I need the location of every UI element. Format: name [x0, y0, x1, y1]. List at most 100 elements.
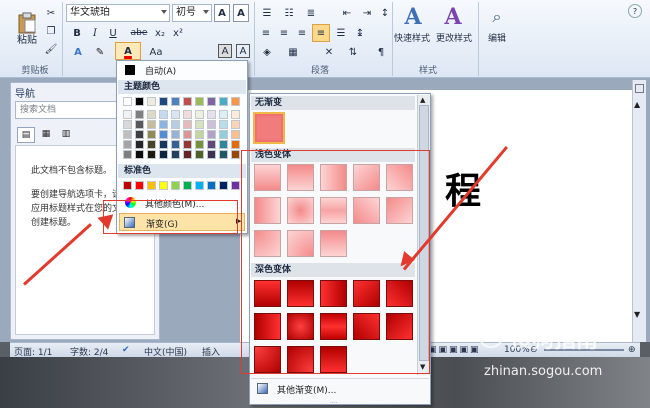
- theme-color-swatch[interactable]: [219, 140, 228, 149]
- standard-color-swatch[interactable]: [207, 181, 216, 190]
- theme-color-swatch[interactable]: [195, 150, 204, 159]
- standard-color-swatch[interactable]: [219, 181, 228, 190]
- theme-color-swatch[interactable]: [207, 130, 216, 139]
- theme-color-swatch[interactable]: [231, 140, 240, 149]
- scroll-down-icon[interactable]: ▼: [634, 310, 640, 319]
- theme-color-swatch[interactable]: [135, 140, 144, 149]
- theme-color-swatch[interactable]: [147, 140, 156, 149]
- decrease-indent-icon[interactable]: ⇤: [338, 6, 356, 20]
- proofing-icon[interactable]: ✔: [122, 345, 130, 355]
- view-buttons[interactable]: ▣▣▣▣▣: [428, 345, 481, 355]
- theme-color-swatch[interactable]: [123, 120, 132, 129]
- theme-color-swatch[interactable]: [159, 150, 168, 159]
- theme-color-swatch[interactable]: [231, 150, 240, 159]
- copy-icon[interactable]: ❐: [44, 24, 58, 38]
- theme-color-swatch[interactable]: [219, 97, 228, 106]
- theme-color-swatch[interactable]: [183, 120, 192, 129]
- bold-button[interactable]: B: [70, 26, 84, 40]
- theme-color-swatch[interactable]: [195, 120, 204, 129]
- theme-color-swatch[interactable]: [135, 130, 144, 139]
- scroll-up-icon[interactable]: ▲: [634, 100, 640, 109]
- help-icon[interactable]: ?: [628, 4, 642, 18]
- justify-icon[interactable]: ≡: [312, 24, 330, 42]
- theme-color-swatch[interactable]: [135, 97, 144, 106]
- theme-color-swatch[interactable]: [183, 97, 192, 106]
- standard-color-swatch[interactable]: [231, 181, 240, 190]
- text-effects-icon[interactable]: A: [70, 44, 86, 60]
- theme-color-swatch[interactable]: [135, 120, 144, 129]
- char-border-button[interactable]: A: [218, 44, 232, 58]
- multilevel-list-icon[interactable]: ≣: [302, 6, 320, 20]
- font-a-button[interactable]: A: [214, 4, 230, 22]
- char-shade-button[interactable]: A: [236, 44, 250, 58]
- align-right-icon[interactable]: ≡: [294, 25, 310, 41]
- chinese-layout-icon[interactable]: ⇅: [344, 44, 362, 60]
- change-case-button[interactable]: Aa: [146, 44, 166, 60]
- editing-button[interactable]: ⌕: [484, 4, 510, 30]
- theme-color-swatch[interactable]: [171, 140, 180, 149]
- standard-color-swatch[interactable]: [159, 181, 168, 190]
- theme-color-swatch[interactable]: [231, 97, 240, 106]
- theme-color-swatch[interactable]: [123, 150, 132, 159]
- nav-tab-pages[interactable]: ▦: [37, 127, 55, 143]
- cut-icon[interactable]: ✂: [44, 6, 58, 20]
- align-center-icon[interactable]: ≡: [276, 25, 292, 41]
- theme-color-swatch[interactable]: [147, 130, 156, 139]
- theme-color-swatch[interactable]: [183, 110, 192, 119]
- auto-color-item[interactable]: 自动(A): [119, 63, 245, 77]
- strikethrough-button[interactable]: abe: [128, 26, 150, 40]
- theme-color-swatch[interactable]: [231, 120, 240, 129]
- sort-icon[interactable]: ↕: [378, 6, 392, 20]
- no-gradient-swatch[interactable]: [253, 112, 285, 144]
- highlight-icon[interactable]: ✎: [92, 44, 108, 60]
- theme-color-swatch[interactable]: [207, 110, 216, 119]
- more-gradients-item[interactable]: 其他渐变(M)...: [251, 378, 429, 396]
- theme-color-swatch[interactable]: [159, 140, 168, 149]
- theme-color-swatch[interactable]: [219, 120, 228, 129]
- subscript-button[interactable]: x₂: [152, 26, 168, 40]
- theme-color-swatch[interactable]: [159, 120, 168, 129]
- theme-color-swatch[interactable]: [171, 130, 180, 139]
- standard-color-swatch[interactable]: [183, 181, 192, 190]
- theme-color-swatch[interactable]: [183, 150, 192, 159]
- theme-color-swatch[interactable]: [231, 110, 240, 119]
- borders-icon[interactable]: ▦: [284, 44, 302, 60]
- theme-color-swatch[interactable]: [123, 97, 132, 106]
- theme-color-swatch[interactable]: [159, 110, 168, 119]
- theme-color-swatch[interactable]: [219, 150, 228, 159]
- theme-color-swatch[interactable]: [195, 97, 204, 106]
- theme-color-swatch[interactable]: [195, 140, 204, 149]
- vertical-scrollbar[interactable]: ▲ ▼: [632, 80, 646, 342]
- quick-styles-button[interactable]: A: [398, 4, 428, 30]
- theme-color-swatch[interactable]: [207, 150, 216, 159]
- theme-color-swatch[interactable]: [123, 110, 132, 119]
- shading-icon[interactable]: ◈: [258, 44, 276, 60]
- scroll-up-icon[interactable]: ▲: [420, 96, 425, 104]
- theme-color-swatch[interactable]: [219, 110, 228, 119]
- theme-color-swatch[interactable]: [207, 140, 216, 149]
- format-painter-icon[interactable]: 🖌: [44, 42, 58, 56]
- nav-tab-results[interactable]: ▥: [57, 127, 75, 143]
- theme-color-swatch[interactable]: [135, 110, 144, 119]
- theme-color-swatch[interactable]: [123, 140, 132, 149]
- theme-color-swatch[interactable]: [219, 130, 228, 139]
- clear-format-icon[interactable]: A: [233, 4, 249, 22]
- distributed-icon[interactable]: ☰: [333, 25, 349, 41]
- show-marks-icon[interactable]: ¶: [374, 44, 388, 60]
- change-styles-button[interactable]: A: [438, 4, 468, 30]
- theme-color-swatch[interactable]: [183, 140, 192, 149]
- theme-color-swatch[interactable]: [159, 97, 168, 106]
- standard-color-swatch[interactable]: [171, 181, 180, 190]
- theme-color-swatch[interactable]: [135, 150, 144, 159]
- theme-color-swatch[interactable]: [195, 130, 204, 139]
- font-name-select[interactable]: 华文琥珀: [66, 4, 170, 22]
- theme-color-swatch[interactable]: [159, 130, 168, 139]
- superscript-button[interactable]: x²: [170, 26, 186, 40]
- numbering-icon[interactable]: ☷: [280, 6, 298, 20]
- theme-color-swatch[interactable]: [171, 120, 180, 129]
- nav-tab-headings[interactable]: ▤: [17, 127, 35, 143]
- align-left-icon[interactable]: ≡: [258, 25, 274, 41]
- standard-color-swatch[interactable]: [123, 181, 132, 190]
- theme-color-swatch[interactable]: [171, 110, 180, 119]
- standard-color-swatch[interactable]: [135, 181, 144, 190]
